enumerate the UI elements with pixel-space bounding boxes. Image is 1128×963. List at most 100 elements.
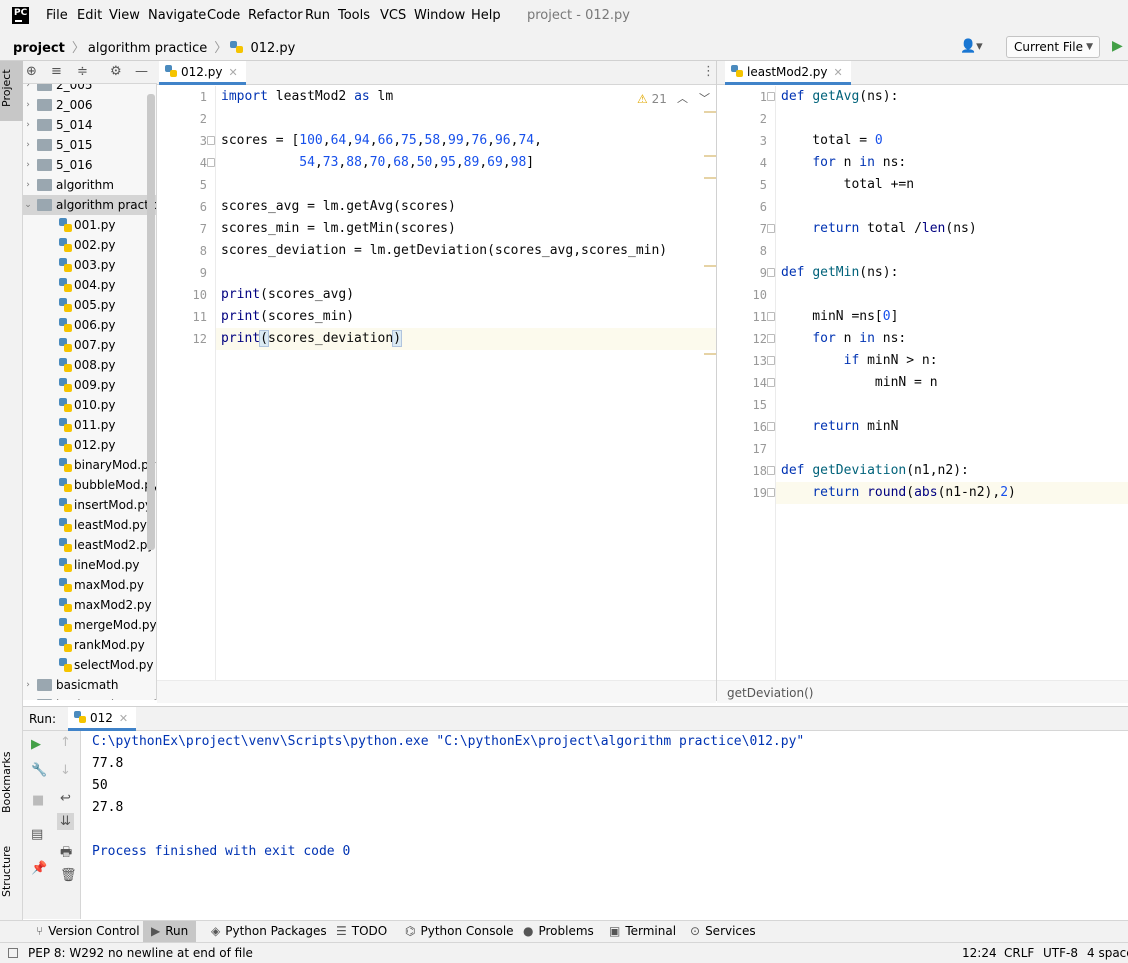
console-line[interactable]: Process finished with exit code 0: [92, 841, 350, 863]
file-encoding[interactable]: UTF-8: [1043, 946, 1078, 960]
menu-run[interactable]: Run: [305, 8, 330, 23]
tree-file[interactable]: insertMod.py: [23, 495, 156, 515]
tree-file[interactable]: 012.py: [23, 435, 156, 455]
code-line[interactable]: scores_min = lm.getMin(scores): [221, 218, 456, 240]
line-separator[interactable]: CRLF: [1004, 946, 1034, 960]
close-icon[interactable]: ✕: [119, 712, 128, 725]
menu-refactor[interactable]: Refactor: [248, 8, 303, 23]
minimize-icon[interactable]: —: [135, 64, 148, 79]
code-line[interactable]: 54,73,88,70,68,50,95,89,69,98]: [221, 152, 534, 174]
line-number[interactable]: 15: [727, 398, 767, 412]
line-number[interactable]: 8: [727, 244, 767, 258]
line-number[interactable]: 4: [167, 156, 207, 170]
panel-toggle-icon[interactable]: [8, 948, 18, 958]
code-line[interactable]: total +=n: [781, 174, 914, 196]
tab-run[interactable]: ▶ Run: [143, 921, 197, 943]
fold-marker-icon[interactable]: [767, 224, 775, 233]
scroll-to-end-icon[interactable]: ⇊: [57, 813, 74, 830]
wrench-icon[interactable]: 🔧: [31, 763, 47, 778]
code-line[interactable]: return minN: [781, 416, 898, 438]
status-message[interactable]: PEP 8: W292 no newline at end of file: [28, 946, 253, 960]
tab-terminal[interactable]: ▣ Terminal: [601, 921, 684, 943]
gear-icon[interactable]: ⚙: [110, 64, 122, 79]
tree-file[interactable]: 005.py: [23, 295, 156, 315]
run-console-output[interactable]: C:\pythonEx\project\venv\Scripts\python.…: [92, 731, 1122, 919]
code-line[interactable]: import leastMod2 as lm: [221, 86, 393, 108]
tab-012-py[interactable]: 012.py ✕: [159, 61, 246, 85]
indent-setting[interactable]: 4 spaces: [1087, 946, 1128, 960]
chevron-right-icon[interactable]: ›: [23, 695, 33, 700]
console-line[interactable]: C:\pythonEx\project\venv\Scripts\python.…: [92, 731, 804, 753]
tree-folder[interactable]: › basicmath: [23, 675, 156, 695]
fold-marker-icon[interactable]: [767, 378, 775, 387]
down-arrow-icon[interactable]: ↓: [60, 763, 71, 778]
code-line[interactable]: scores_deviation = lm.getDeviation(score…: [221, 240, 667, 262]
rerun-icon[interactable]: ▶: [31, 737, 41, 752]
error-stripe-mark[interactable]: [704, 177, 716, 179]
line-number[interactable]: 1: [167, 90, 207, 104]
collapse-all-icon[interactable]: ≑: [77, 64, 88, 79]
code-line[interactable]: if minN > n:: [781, 350, 938, 372]
print-icon[interactable]: 🖶: [60, 843, 72, 865]
fold-marker-icon[interactable]: [207, 158, 215, 167]
line-number[interactable]: 13: [727, 354, 767, 368]
menu-window[interactable]: Window: [414, 8, 465, 23]
tree-file[interactable]: binaryMod.py: [23, 455, 156, 475]
code-line[interactable]: return total /len(ns): [781, 218, 976, 240]
stop-icon[interactable]: ■: [32, 793, 44, 808]
line-number[interactable]: 9: [727, 266, 767, 280]
line-number[interactable]: 8: [167, 244, 207, 258]
chevron-right-icon[interactable]: ›: [23, 675, 33, 695]
user-icon[interactable]: 👤▾: [960, 39, 983, 54]
line-number[interactable]: 14: [727, 376, 767, 390]
tab-services[interactable]: ⊙ Services: [682, 921, 764, 943]
line-number[interactable]: 11: [167, 310, 207, 324]
editor-breadcrumb-right[interactable]: getDeviation(): [717, 680, 1128, 703]
tab-structure[interactable]: Structure: [0, 841, 23, 901]
tab-version-control[interactable]: ⑂ Version Control: [28, 921, 148, 943]
menu-view[interactable]: View: [109, 8, 140, 23]
fold-marker-icon[interactable]: [767, 312, 775, 321]
code-line[interactable]: minN =ns[0]: [781, 306, 898, 328]
tree-file[interactable]: maxMod.py: [23, 575, 156, 595]
line-number[interactable]: 7: [167, 222, 207, 236]
tab-problems[interactable]: ● Problems: [515, 921, 602, 943]
tab-project[interactable]: Project: [0, 61, 23, 121]
tree-file[interactable]: selectMod.py: [23, 655, 156, 675]
code-line[interactable]: def getAvg(ns):: [781, 86, 898, 108]
line-number[interactable]: 3: [167, 134, 207, 148]
code-line[interactable]: print(scores_deviation): [221, 328, 403, 350]
line-number[interactable]: 6: [167, 200, 207, 214]
code-editor-right[interactable]: def getAvg(ns): total = 0 for n in ns: t…: [717, 86, 1128, 680]
line-number[interactable]: 10: [727, 288, 767, 302]
close-icon[interactable]: ✕: [228, 66, 237, 79]
code-line[interactable]: def getDeviation(n1,n2):: [781, 460, 969, 482]
menu-edit[interactable]: Edit: [77, 8, 102, 23]
code-line[interactable]: def getMin(ns):: [781, 262, 898, 284]
line-number[interactable]: 18: [727, 464, 767, 478]
tree-scrollbar[interactable]: [147, 94, 155, 550]
soft-wrap-icon[interactable]: ↩: [60, 791, 71, 806]
tree-file[interactable]: 004.py: [23, 275, 156, 295]
line-number[interactable]: 2: [727, 112, 767, 126]
trash-icon[interactable]: 🗑: [60, 868, 77, 883]
chevron-right-icon[interactable]: ›: [23, 115, 33, 135]
line-number[interactable]: 12: [167, 332, 207, 346]
tree-folder[interactable]: › basicmath practice: [23, 695, 156, 700]
tree-file[interactable]: 009.py: [23, 375, 156, 395]
tree-file[interactable]: mergeMod.py: [23, 615, 156, 635]
tree-folder[interactable]: › 2_006: [23, 95, 156, 115]
tab-python-packages[interactable]: ◈ Python Packages: [203, 921, 335, 943]
tab-python-console[interactable]: ⌬ Python Console: [397, 921, 522, 943]
fold-marker-icon[interactable]: [207, 136, 215, 145]
code-line[interactable]: scores = [100,64,94,66,75,58,99,76,96,74…: [221, 130, 542, 152]
tree-file[interactable]: 008.py: [23, 355, 156, 375]
code-line[interactable]: minN = n: [781, 372, 938, 394]
console-line[interactable]: 77.8: [92, 753, 123, 775]
line-number[interactable]: 6: [727, 200, 767, 214]
code-line[interactable]: return round(abs(n1-n2),2): [781, 482, 1016, 504]
line-number[interactable]: 10: [167, 288, 207, 302]
tree-file[interactable]: bubbleMod.py: [23, 475, 156, 495]
tree-file[interactable]: leastMod2.py: [23, 535, 156, 555]
chevron-up-icon[interactable]: ︿: [677, 90, 688, 106]
